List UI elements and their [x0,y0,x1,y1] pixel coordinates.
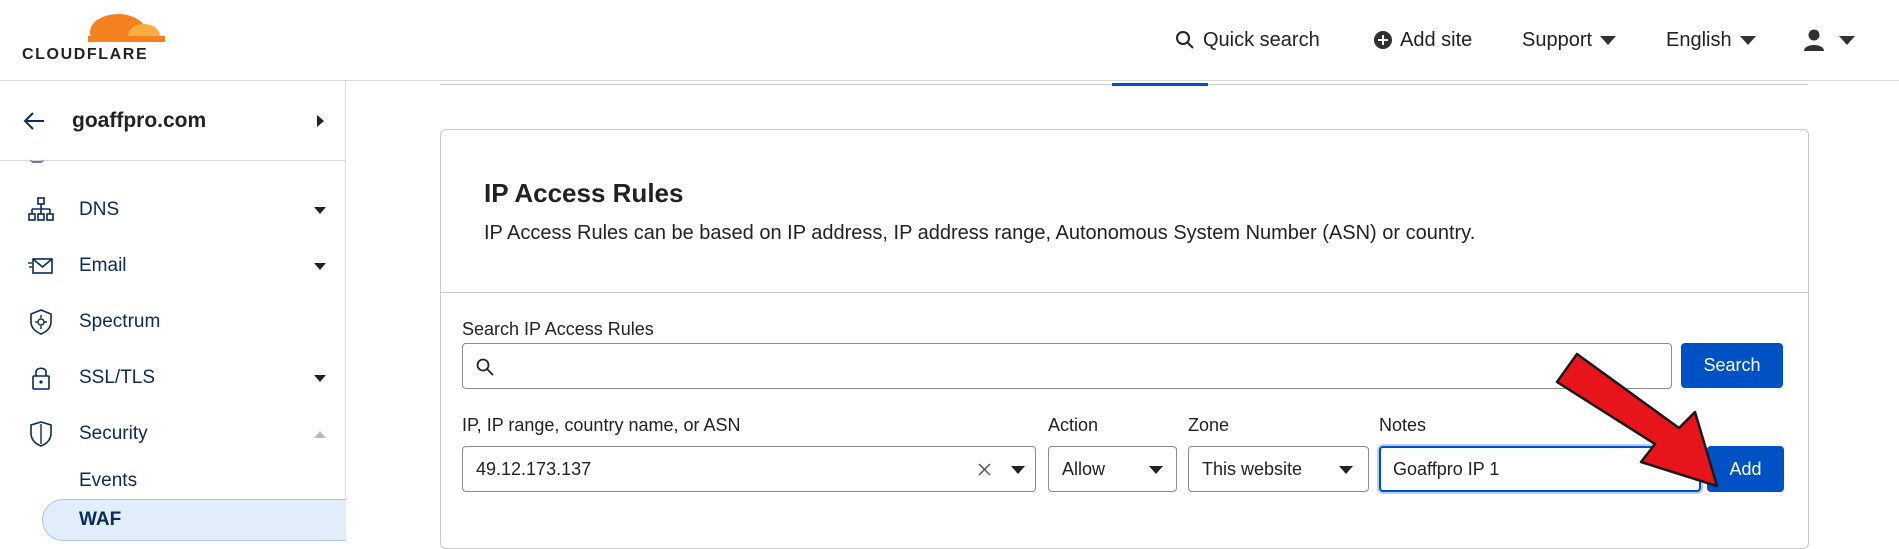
shield-icon [30,421,52,447]
action-select-value: Allow [1062,459,1106,479]
chevron-down-icon [1739,35,1756,45]
zone-select-value: This website [1202,459,1303,479]
chevron-up-icon [314,430,326,438]
back-arrow-icon[interactable] [22,109,46,133]
card-description: IP Access Rules can be based on IP addre… [484,222,1476,244]
notes-field-label: Notes [1379,415,1427,435]
language-menu[interactable]: English [1666,26,1756,54]
sidebar-item-label: SSL/TLS [79,367,156,388]
sidebar-item-ssl-tls[interactable]: SSL/TLS [0,355,345,401]
chevron-down-icon [1149,466,1163,474]
lock-icon [32,367,50,390]
chevron-down-icon[interactable] [1011,466,1025,474]
chevron-down-icon [314,374,326,382]
chevron-right-icon[interactable] [317,115,324,127]
ip-field-label: IP, IP range, country name, or ASN [462,415,741,435]
card-title: IP Access Rules [484,178,684,208]
logo-text: CLOUDFLARE [22,46,149,63]
ip-input-value: 49.12.173.137 [476,459,592,479]
sitemap-icon [28,197,54,221]
sidebar-subitem-label: WAF [79,509,122,530]
annotation-arrow-icon [1555,352,1719,488]
search-label: Search IP Access Rules [462,319,654,339]
search-icon [476,358,494,376]
sidebar-subitem-waf[interactable]: WAF [42,499,346,541]
sidebar-subitem-events[interactable]: Events [79,470,137,492]
sidebar-item-email[interactable]: Email [0,243,345,289]
action-field-label: Action [1048,415,1099,435]
top-bar: CLOUDFLARE Quick search Add site Support… [0,0,1899,81]
sidebar-item-label: Email [79,255,127,276]
chevron-down-icon [1339,466,1353,474]
spectrum-icon [30,309,52,335]
zone-field-label: Zone [1188,415,1230,435]
card-divider [441,292,1808,293]
sidebar-item-label: Spectrum [79,311,161,332]
add-site-label: Add site [1400,28,1473,51]
sidebar-item-security[interactable]: Security [0,411,345,457]
site-name: goaffpro.com [72,109,207,132]
zone-select[interactable]: This website [1188,446,1369,492]
quick-search-button[interactable]: Quick search [1175,26,1320,54]
action-select[interactable]: Allow [1048,446,1177,492]
sidebar-item-label: DNS [79,199,120,220]
quick-search-label: Quick search [1203,28,1320,51]
email-icon [28,258,53,274]
site-selector[interactable]: goaffpro.com [0,81,345,161]
active-tab-indicator [1112,83,1208,86]
user-icon [1804,29,1824,51]
sidebar-item-spectrum[interactable]: Spectrum [0,299,345,345]
notes-input-value: Goaffpro IP 1 [1393,459,1500,479]
add-site-button[interactable]: Add site [1374,26,1472,54]
clear-icon[interactable] [978,463,991,476]
support-menu[interactable]: Support [1522,26,1617,54]
chevron-down-icon [314,206,326,214]
ip-input[interactable]: 49.12.173.137 [462,446,1036,492]
cloud-logo-icon [80,14,170,50]
support-label: Support [1522,28,1593,51]
chevron-down-icon [1600,35,1617,45]
sidebar-item-dns[interactable]: DNS [0,187,345,233]
search-icon [1176,31,1194,49]
language-label: English [1666,28,1732,51]
plus-circle-icon [1374,31,1392,49]
sidebar-item-label: Security [79,423,148,444]
sidebar: goaffpro.com DNS Email Spectrum SSL/TLS … [0,81,346,541]
chevron-down-icon [314,262,326,270]
partial-nav-icon [30,159,44,163]
chevron-down-icon [1839,35,1855,45]
search-input[interactable] [462,343,1672,389]
user-menu[interactable] [1803,26,1855,54]
cloudflare-logo[interactable]: CLOUDFLARE [20,12,170,63]
